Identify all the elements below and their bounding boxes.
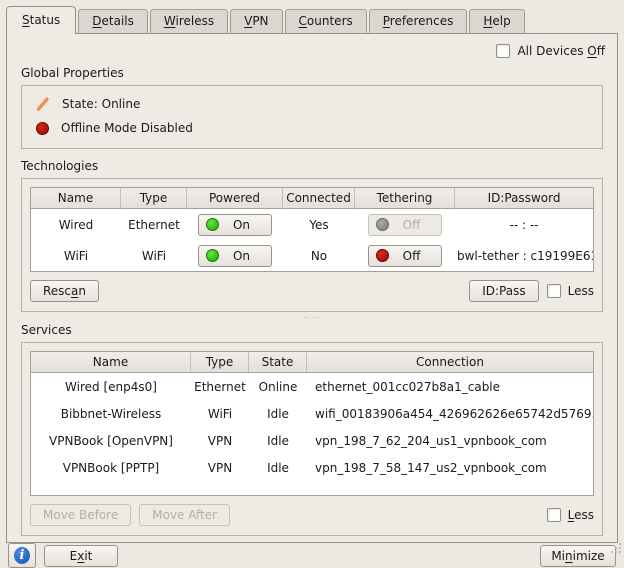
cell-name: Wired [enp4s0] — [31, 378, 191, 396]
cell-connection: ethernet_001cc027b8a1_cable — [307, 378, 593, 396]
tab-status[interactable]: Status — [6, 6, 76, 34]
cell-id-password: -- : -- — [455, 216, 593, 234]
all-devices-off-label: All Devices Off — [517, 44, 605, 58]
cell-type: WiFi — [121, 247, 187, 265]
technologies-header-row: Name Type Powered Connected Tethering ID… — [31, 188, 593, 209]
services-header-row: Name Type State Connection — [31, 352, 593, 373]
cell-name: WiFi — [31, 247, 121, 265]
column-header-name[interactable]: Name — [31, 352, 191, 373]
column-header-name[interactable]: Name — [31, 188, 121, 209]
all-devices-off-checkbox[interactable] — [496, 44, 510, 58]
service-row-wired[interactable]: Wired [enp4s0] Ethernet Online ethernet_… — [31, 373, 593, 400]
technologies-title: Technologies — [15, 155, 609, 176]
services-less-checkbox[interactable] — [547, 508, 561, 522]
offline-mode-row: Offline Mode Disabled — [32, 116, 592, 140]
tethering-led-icon — [376, 218, 389, 231]
cell-connected: Yes — [283, 216, 355, 234]
status-page: All Devices Off Global Properties State:… — [6, 33, 618, 543]
cell-name: VPNBook [OpenVPN] — [31, 432, 191, 450]
technologies-table: Name Type Powered Connected Tethering ID… — [30, 187, 594, 272]
move-before-button: Move Before — [30, 504, 131, 526]
tab-counters[interactable]: Counters — [285, 9, 367, 33]
resize-grip-icon[interactable] — [610, 542, 622, 554]
column-header-type[interactable]: Type — [191, 352, 249, 373]
global-properties-title: Global Properties — [15, 62, 609, 83]
tethering-led-icon — [376, 249, 389, 262]
cell-state: Idle — [249, 459, 307, 477]
cell-id-password: bwl-tether : c19199E61 — [455, 247, 593, 265]
tab-preferences[interactable]: Preferences — [369, 9, 468, 33]
column-header-connection[interactable]: Connection — [307, 352, 593, 373]
cell-state: Idle — [249, 405, 307, 423]
tab-wireless[interactable]: Wireless — [150, 9, 228, 33]
idpass-button[interactable]: ID:Pass — [469, 280, 538, 302]
cell-type: VPN — [191, 432, 249, 450]
cell-type: VPN — [191, 459, 249, 477]
cell-state: Online — [249, 378, 307, 396]
cell-connection: vpn_198_7_62_204_us1_vpnbook_com — [307, 432, 593, 450]
service-row-pptp[interactable]: VPNBook [PPTP] VPN Idle vpn_198_7_58_147… — [31, 454, 593, 481]
cell-name: Wired — [31, 216, 121, 234]
cell-name: Bibbnet-Wireless — [31, 405, 191, 423]
move-after-button: Move After — [139, 504, 230, 526]
tethering-toggle-wifi[interactable]: Off — [368, 245, 442, 267]
state-label: State: Online — [62, 97, 140, 111]
cell-connection: vpn_198_7_58_147_us2_vpnbook_com — [307, 459, 593, 477]
powered-toggle-wired[interactable]: On — [198, 214, 272, 236]
technologies-frame: Name Type Powered Connected Tethering ID… — [21, 178, 603, 312]
pencil-icon — [36, 97, 50, 111]
services-less-label: Less — [568, 508, 594, 522]
column-header-connected[interactable]: Connected — [283, 188, 355, 209]
column-header-tethering[interactable]: Tethering — [355, 188, 455, 209]
services-title: Services — [15, 319, 609, 340]
column-header-idpassword[interactable]: ID:Password — [455, 188, 593, 209]
tab-bar: Status Details Wireless VPN Counters Pre… — [0, 0, 624, 33]
power-led-icon — [206, 218, 219, 231]
column-header-powered[interactable]: Powered — [187, 188, 283, 209]
services-frame: Name Type State Connection Wired [enp4s0… — [21, 342, 603, 536]
services-table: Name Type State Connection Wired [enp4s0… — [30, 351, 594, 496]
offline-mode-label: Offline Mode Disabled — [61, 121, 193, 135]
cell-type: Ethernet — [191, 378, 249, 396]
global-properties-frame: State: Online Offline Mode Disabled — [21, 85, 603, 149]
technologies-less-label: Less — [568, 284, 594, 298]
app-window: Status Details Wireless VPN Counters Pre… — [0, 0, 624, 556]
cell-type: WiFi — [191, 405, 249, 423]
tethering-toggle-wired: Off — [368, 214, 442, 236]
cell-name: VPNBook [PPTP] — [31, 459, 191, 477]
cell-connection: wifi_00183906a454_426962626e65742d5769..… — [307, 405, 593, 423]
rescan-button[interactable]: Rescan — [30, 280, 99, 302]
service-row-wireless[interactable]: Bibbnet-Wireless WiFi Idle wifi_00183906… — [31, 400, 593, 427]
tab-details[interactable]: Details — [78, 9, 148, 33]
state-row: State: Online — [32, 92, 592, 116]
powered-toggle-wifi[interactable]: On — [198, 245, 272, 267]
tab-help[interactable]: Help — [469, 9, 524, 33]
power-led-icon — [206, 249, 219, 262]
offline-mode-icon — [36, 122, 49, 135]
service-row-openvpn[interactable]: VPNBook [OpenVPN] VPN Idle vpn_198_7_62_… — [31, 427, 593, 454]
column-header-state[interactable]: State — [249, 352, 307, 373]
table-row-wifi: WiFi WiFi On No Off — [31, 240, 593, 271]
cell-connected: No — [283, 247, 355, 265]
column-header-type[interactable]: Type — [121, 188, 187, 209]
technologies-less-checkbox[interactable] — [547, 284, 561, 298]
cell-type: Ethernet — [121, 216, 187, 234]
table-row-wired: Wired Ethernet On Yes Off — [31, 209, 593, 240]
pane-resize-handle[interactable]: …… — [15, 312, 609, 319]
cell-state: Idle — [249, 432, 307, 450]
tab-vpn[interactable]: VPN — [230, 9, 282, 33]
